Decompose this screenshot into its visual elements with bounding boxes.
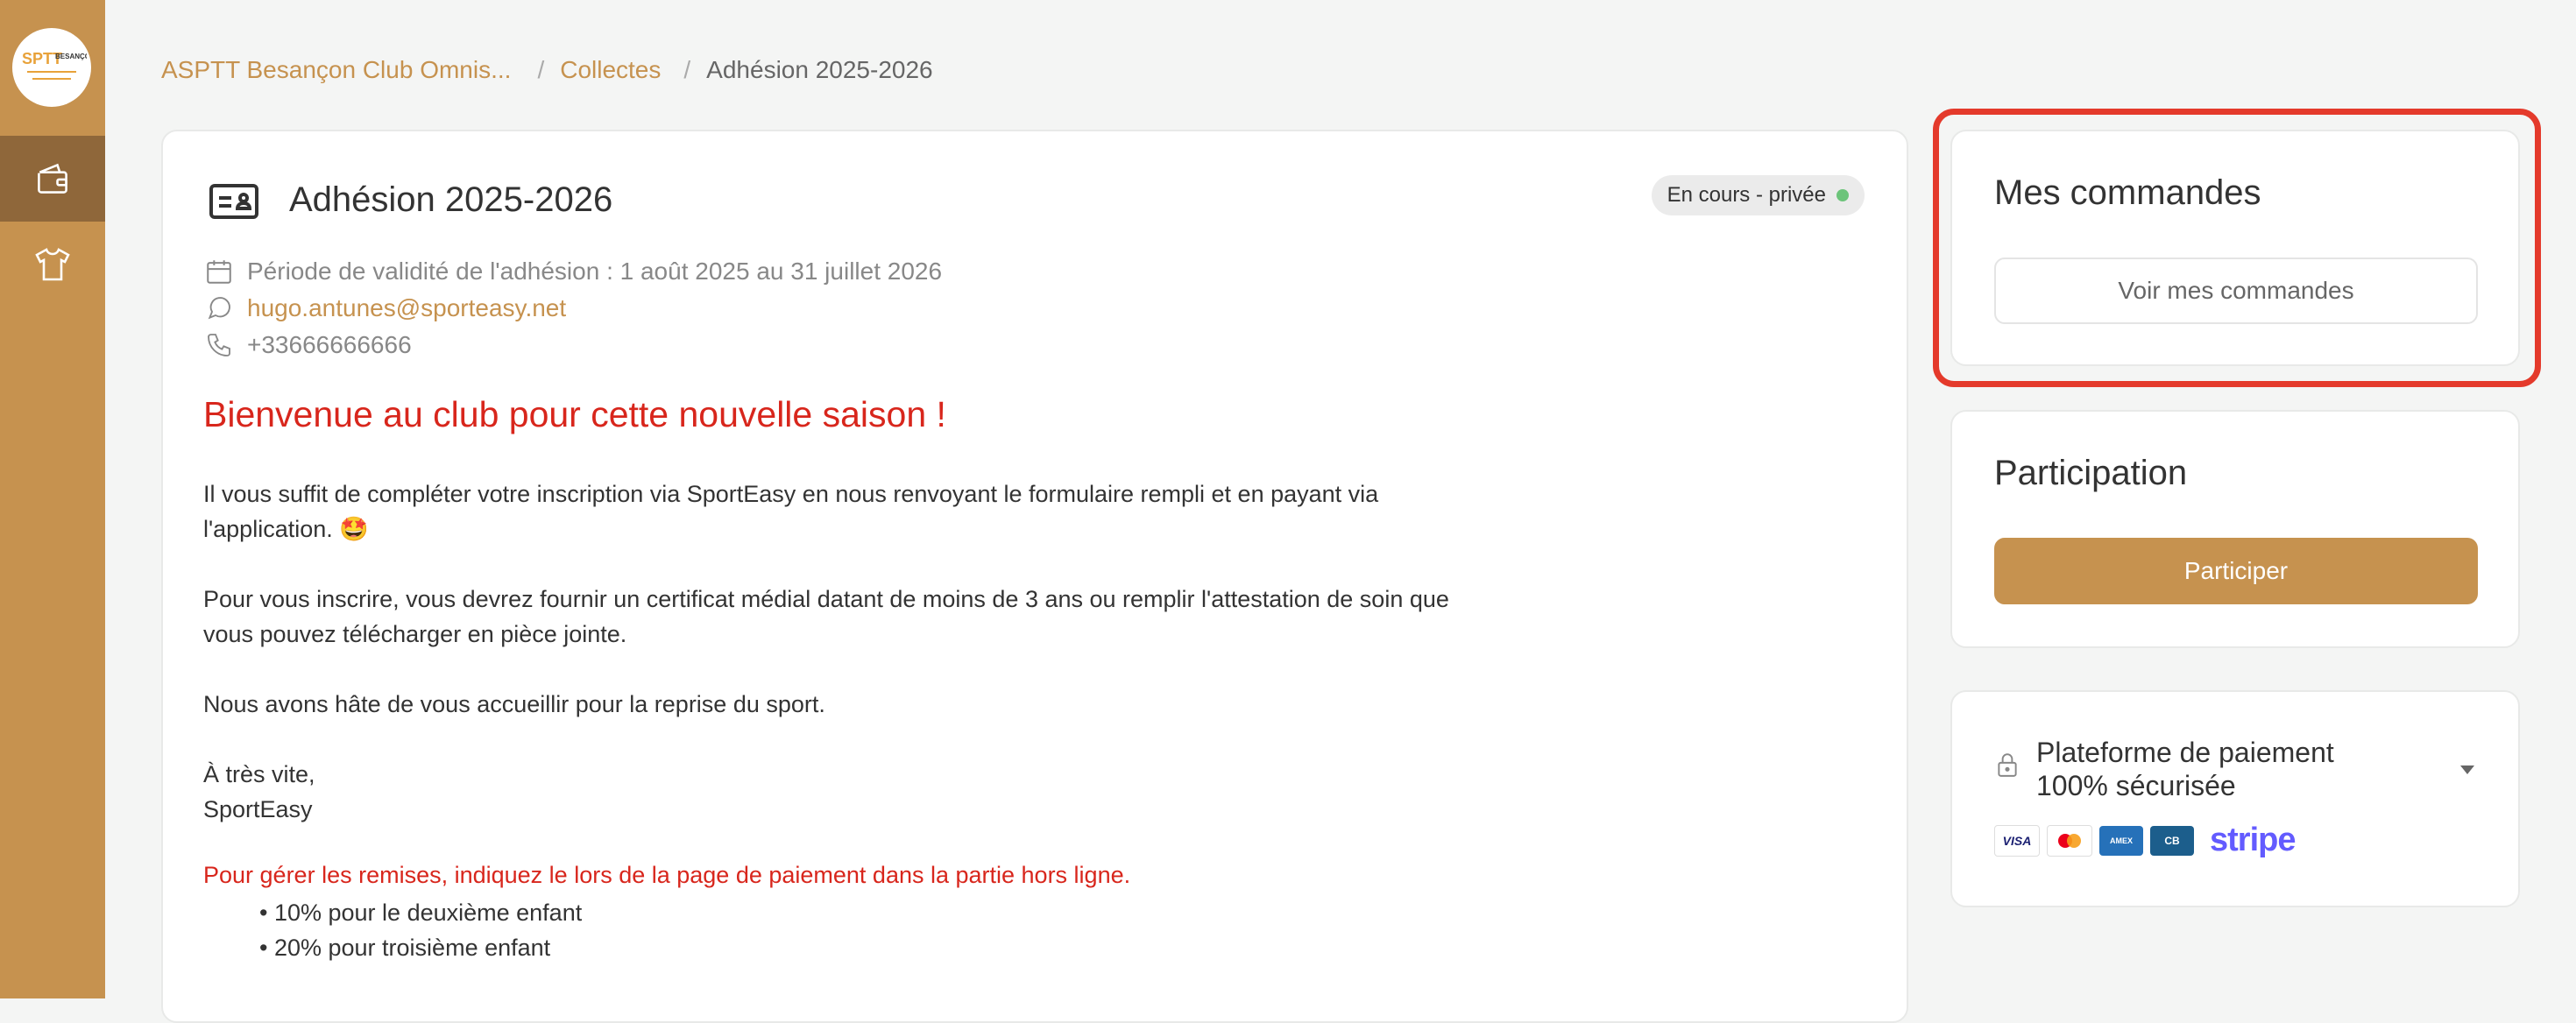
- paragraph-line: SportEasy: [203, 796, 313, 822]
- breadcrumb-separator: /: [683, 56, 691, 83]
- breadcrumb-separator: /: [537, 56, 545, 83]
- sidebar-item-shirt[interactable]: [0, 222, 105, 307]
- orders-card: Mes commandes Voir mes commandes: [1950, 130, 2520, 366]
- description-paragraph-1: Il vous suffit de compléter votre inscri…: [203, 476, 1535, 547]
- sidebar-item-wallet[interactable]: [0, 136, 105, 222]
- paragraph-line: Pour vous inscrire, vous devrez fournir …: [203, 586, 1449, 612]
- breadcrumb-collectes-link[interactable]: Collectes: [560, 56, 661, 84]
- sidebar: SPTT BESANÇO: [0, 0, 105, 998]
- paragraph-line: l'application. 🤩: [203, 516, 369, 542]
- description-paragraph-2: Pour vous inscrire, vous devrez fournir …: [203, 582, 1535, 652]
- status-badge-label: En cours - privée: [1667, 183, 1826, 207]
- shirt-icon: [35, 248, 70, 281]
- collecte-card: Adhésion 2025-2026 En cours - privée Pér…: [161, 130, 1908, 1023]
- discount-note: Pour gérer les remises, indiquez le lors…: [203, 862, 1131, 888]
- paragraph-line: Il vous suffit de compléter votre inscri…: [203, 481, 1379, 507]
- visa-icon: VISA: [1994, 824, 2040, 857]
- status-dot: [1836, 189, 1849, 201]
- email-link[interactable]: hugo.antunes@sporteasy.net: [247, 294, 566, 322]
- payment-logos: VISA AMEX CB stripe: [1994, 822, 2296, 859]
- paragraph-line: Nous avons hâte de vous accueillir pour …: [203, 691, 825, 717]
- chevron-down-icon[interactable]: [2460, 765, 2474, 774]
- list-item: 10% pour le deuxième enfant: [259, 895, 582, 930]
- chat-icon: [203, 293, 235, 324]
- svg-text:BESANÇO: BESANÇO: [55, 53, 87, 60]
- paragraph-line: vous pouvez télécharger en pièce jointe.: [203, 621, 627, 647]
- payment-title-line: Plateforme de paiement: [2036, 737, 2334, 768]
- page-title: Adhésion 2025-2026: [289, 180, 613, 219]
- validity-row: Période de validité de l'adhésion : 1 ao…: [203, 256, 942, 287]
- payment-card[interactable]: Plateforme de paiement 100% sécurisée VI…: [1950, 690, 2520, 907]
- calendar-icon: [203, 256, 235, 287]
- phone-icon: [203, 329, 235, 361]
- club-logo[interactable]: SPTT BESANÇO: [12, 28, 91, 107]
- email-row: hugo.antunes@sporteasy.net: [203, 293, 566, 324]
- lock-icon: [1996, 751, 2019, 782]
- cb-icon: CB: [2150, 825, 2194, 856]
- phone-row: +33666666666: [203, 329, 412, 361]
- payment-title-line: 100% sécurisée: [2036, 770, 2236, 801]
- description-paragraph-3: Nous avons hâte de vous accueillir pour …: [203, 687, 1535, 722]
- validity-text: Période de validité de l'adhésion : 1 ao…: [247, 258, 943, 285]
- view-orders-button[interactable]: Voir mes commandes: [1994, 258, 2478, 324]
- stripe-logo: stripe: [2210, 822, 2296, 858]
- phone-text: +33666666666: [247, 331, 412, 358]
- mastercard-icon: [2047, 824, 2092, 857]
- participation-title: Participation: [1994, 454, 2188, 492]
- club-logo-icon: SPTT BESANÇO: [22, 50, 87, 80]
- discount-list: 10% pour le deuxième enfant 20% pour tro…: [259, 895, 582, 965]
- amex-icon: AMEX: [2099, 825, 2143, 856]
- status-badge: En cours - privée: [1651, 175, 1865, 215]
- breadcrumb-current: Adhésion 2025-2026: [706, 56, 933, 83]
- wallet-icon: [38, 163, 67, 194]
- paragraph-line: À très vite,: [203, 761, 315, 787]
- membership-card-icon: [209, 180, 259, 227]
- closing-paragraph: À très vite, SportEasy: [203, 757, 1535, 827]
- payment-title: Plateforme de paiement 100% sécurisée: [2036, 736, 2404, 802]
- list-item: 20% pour troisième enfant: [259, 930, 582, 965]
- participation-card: Participation Participer: [1950, 410, 2520, 648]
- participate-button[interactable]: Participer: [1994, 538, 2478, 604]
- breadcrumb: ASPTT Besançon Club Omnis... / Collectes…: [161, 56, 933, 84]
- breadcrumb-club-link[interactable]: ASPTT Besançon Club Omnis...: [161, 56, 511, 84]
- welcome-heading: Bienvenue au club pour cette nouvelle sa…: [203, 394, 946, 434]
- orders-title: Mes commandes: [1994, 173, 2261, 212]
